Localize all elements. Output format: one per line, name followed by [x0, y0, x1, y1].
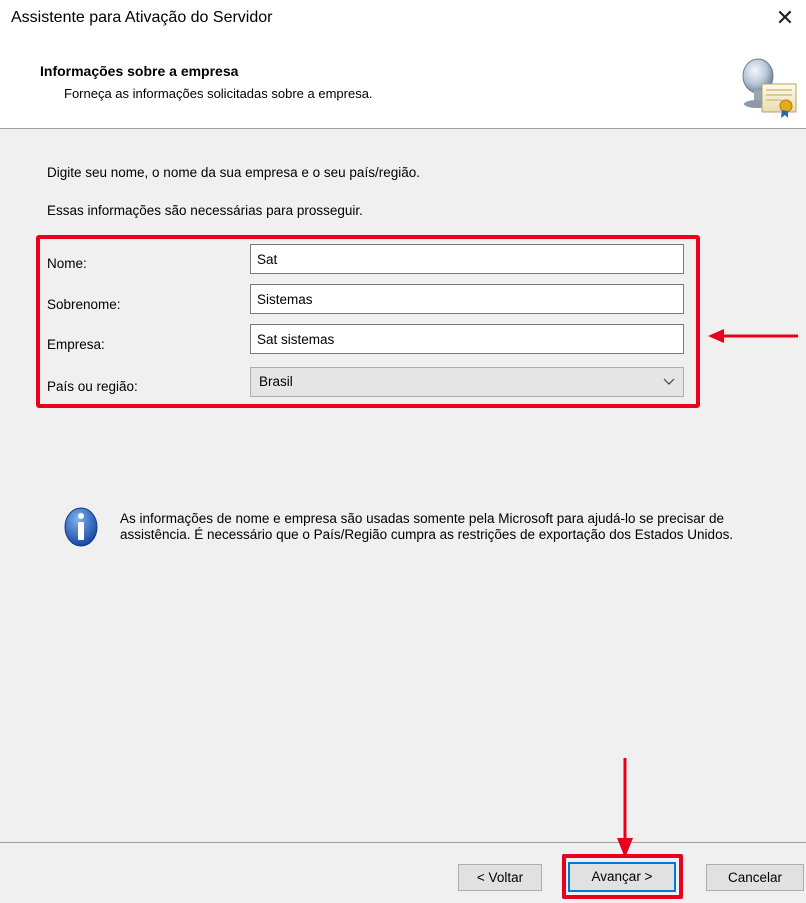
wizard-header: Informações sobre a empresa Forneça as i…: [0, 40, 806, 129]
last-name-label: Sobrenome:: [47, 297, 121, 312]
chevron-down-icon: [663, 368, 675, 406]
back-button[interactable]: < Voltar: [458, 864, 542, 891]
company-input[interactable]: [250, 324, 684, 354]
page-subtitle: Forneça as informações solicitadas sobre…: [64, 86, 373, 101]
close-icon[interactable]: ✕: [772, 5, 798, 31]
intro-text: Digite seu nome, o nome da sua empresa e…: [47, 165, 420, 180]
server-certificate-icon: [742, 58, 797, 118]
wizard-footer: [0, 843, 806, 903]
window-title: Assistente para Ativação do Servidor: [11, 9, 273, 26]
required-note: Essas informações são necessárias para p…: [47, 203, 363, 218]
country-select[interactable]: Brasil: [250, 367, 684, 397]
pointer-arrow-left: [708, 329, 798, 343]
first-name-label: Nome:: [47, 256, 87, 271]
company-label: Empresa:: [47, 337, 105, 352]
country-label: País ou região:: [47, 379, 138, 394]
country-select-value: Brasil: [259, 374, 293, 389]
first-name-input[interactable]: [250, 244, 684, 274]
pointer-arrow-down: [617, 758, 633, 858]
cancel-button[interactable]: Cancelar: [706, 864, 804, 891]
last-name-input[interactable]: [250, 284, 684, 314]
page-title: Informações sobre a empresa: [40, 63, 239, 79]
info-message: As informações de nome e empresa são usa…: [120, 511, 734, 542]
next-highlight-box: [562, 854, 683, 899]
info-icon: [64, 507, 98, 547]
wizard-content: Digite seu nome, o nome da sua empresa e…: [0, 129, 806, 842]
title-bar: Assistente para Ativação do Servidor ✕: [0, 0, 806, 40]
